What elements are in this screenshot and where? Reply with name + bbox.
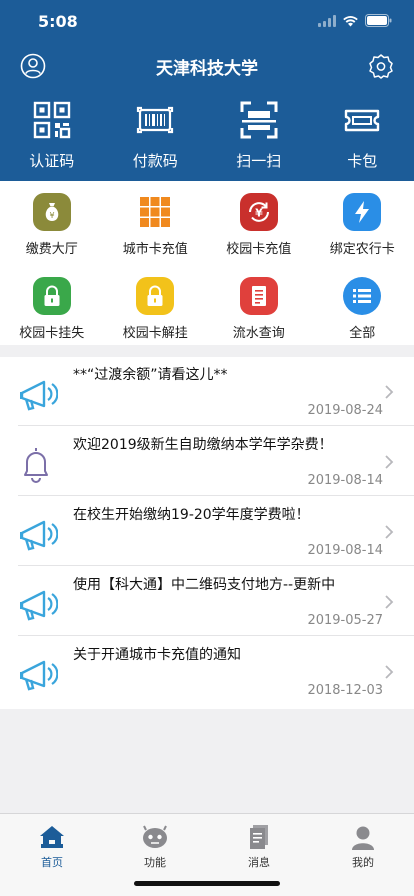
megaphone-icon	[20, 590, 58, 621]
scan-icon	[240, 101, 278, 139]
news-title: 欢迎2019级新生自助缴纳本学年学杂费！	[73, 437, 333, 453]
quick-action-auth-code[interactable]: 认证码	[0, 100, 104, 175]
func-label: 校园卡解挂	[122, 326, 188, 341]
news-date: 2019-08-24	[307, 403, 383, 418]
func-payment-hall[interactable]: ¥ 缴费大厅	[0, 181, 104, 259]
divider	[18, 565, 414, 566]
func-report-loss[interactable]: 校园卡挂失	[0, 265, 104, 343]
chevron-right-icon	[385, 385, 394, 399]
yuan-refresh-icon: ¥	[239, 193, 278, 231]
tab-functions[interactable]: 功能	[125, 824, 185, 870]
tab-label: 我的	[352, 856, 374, 869]
tab-label: 首页	[41, 856, 63, 869]
func-label: 流水查询	[232, 326, 285, 341]
svg-text:¥: ¥	[255, 207, 263, 220]
quick-action-scan[interactable]: 扫一扫	[207, 100, 311, 175]
megaphone-icon	[20, 520, 58, 551]
func-label: 缴费大厅	[25, 242, 78, 257]
lock-icon	[32, 277, 71, 315]
tab-label: 消息	[248, 856, 270, 869]
battery-icon	[365, 14, 392, 27]
grid-icon	[136, 193, 174, 231]
func-label: 绑定农行卡	[329, 242, 395, 257]
unlock-icon	[136, 277, 175, 315]
news-item[interactable]: 欢迎2019级新生自助缴纳本学年学杂费！ 2019-08-14	[0, 427, 414, 496]
megaphone-icon	[20, 660, 58, 691]
page-title: 天津科技大学	[156, 59, 258, 79]
home-indicator	[134, 881, 280, 886]
tab-label: 功能	[144, 856, 166, 869]
home-icon	[40, 826, 64, 848]
chevron-right-icon	[385, 595, 394, 609]
quick-action-label: 付款码	[132, 152, 178, 170]
news-title: **“过渡余额”请看这儿**	[73, 367, 228, 383]
func-label: 全部	[349, 326, 376, 341]
function-grid: ¥ 缴费大厅 城市卡充值 ¥ 校园卡充值 绑定农行卡 校园卡挂失 校园卡解挂 流…	[0, 181, 414, 345]
chevron-right-icon	[385, 455, 394, 469]
news-title: 在校生开始缴纳19-20学年度学费啦！	[73, 507, 310, 523]
quick-action-label: 卡包	[347, 152, 378, 170]
news-list: **“过渡余额”请看这儿** 2019-08-24 欢迎2019级新生自助缴纳本…	[0, 357, 414, 709]
document-icon	[239, 277, 278, 315]
qr-code-icon	[33, 101, 70, 139]
chevron-right-icon	[385, 665, 394, 679]
status-icons	[318, 14, 392, 27]
news-date: 2019-08-14	[307, 543, 383, 558]
quick-action-label: 认证码	[29, 152, 75, 170]
func-unfreeze[interactable]: 校园卡解挂	[104, 265, 208, 343]
news-date: 2019-05-27	[307, 613, 383, 628]
chevron-right-icon	[385, 525, 394, 539]
card-wallet-icon	[345, 109, 380, 132]
svg-text:¥: ¥	[49, 211, 54, 220]
func-label: 校园卡充值	[226, 242, 292, 257]
news-item[interactable]: 关于开通城市卡充值的通知 2018-12-03	[0, 637, 414, 706]
func-label: 校园卡挂失	[19, 326, 85, 341]
news-title: 使用【科大通】中二维码支付地方--更新中	[73, 577, 336, 593]
signal-icon	[318, 14, 336, 27]
app-header: 5:08 天津科技大学 认证码 付款码 扫一扫 卡包	[0, 0, 414, 181]
func-campus-card-topup[interactable]: ¥ 校园卡充值	[207, 181, 311, 259]
func-transaction-query[interactable]: 流水查询	[207, 265, 311, 343]
message-doc-icon	[250, 825, 268, 849]
status-time: 5:08	[38, 12, 78, 31]
func-all[interactable]: 全部	[311, 265, 414, 343]
list-icon	[343, 277, 382, 315]
func-bind-abc-card[interactable]: 绑定农行卡	[311, 181, 414, 259]
title-row: 天津科技大学	[0, 48, 414, 84]
function-row: ¥ 缴费大厅 城市卡充值 ¥ 校园卡充值 绑定农行卡	[0, 181, 414, 259]
news-item[interactable]: **“过渡余额”请看这儿** 2019-08-24	[0, 357, 414, 426]
news-item[interactable]: 在校生开始缴纳19-20学年度学费啦！ 2019-08-14	[0, 497, 414, 566]
robot-icon	[143, 825, 167, 848]
tab-messages[interactable]: 消息	[229, 824, 289, 870]
status-bar: 5:08	[0, 0, 414, 44]
money-bag-icon: ¥	[32, 193, 71, 231]
quick-actions: 认证码 付款码 扫一扫 卡包	[0, 100, 414, 175]
person-icon	[352, 826, 374, 850]
settings-icon[interactable]	[368, 53, 394, 79]
function-row: 校园卡挂失 校园卡解挂 流水查询 全部	[0, 265, 414, 343]
news-date: 2019-08-14	[307, 473, 383, 488]
divider	[18, 495, 414, 496]
quick-action-pay-code[interactable]: 付款码	[104, 100, 208, 175]
megaphone-icon	[20, 380, 58, 411]
divider	[18, 425, 414, 426]
func-city-card-topup[interactable]: 城市卡充值	[104, 181, 208, 259]
news-item[interactable]: 使用【科大通】中二维码支付地方--更新中 2019-05-27	[0, 567, 414, 636]
bell-icon	[24, 448, 48, 483]
tab-profile[interactable]: 我的	[333, 824, 393, 870]
wifi-icon	[343, 15, 358, 26]
news-title: 关于开通城市卡充值的通知	[73, 647, 241, 663]
lightning-icon	[343, 193, 382, 231]
barcode-icon	[137, 106, 174, 134]
quick-action-card-wallet[interactable]: 卡包	[311, 100, 414, 175]
tab-home[interactable]: 首页	[22, 824, 82, 870]
news-date: 2018-12-03	[307, 683, 383, 698]
quick-action-label: 扫一扫	[236, 152, 282, 170]
divider	[18, 635, 414, 636]
func-label: 城市卡充值	[122, 242, 188, 257]
